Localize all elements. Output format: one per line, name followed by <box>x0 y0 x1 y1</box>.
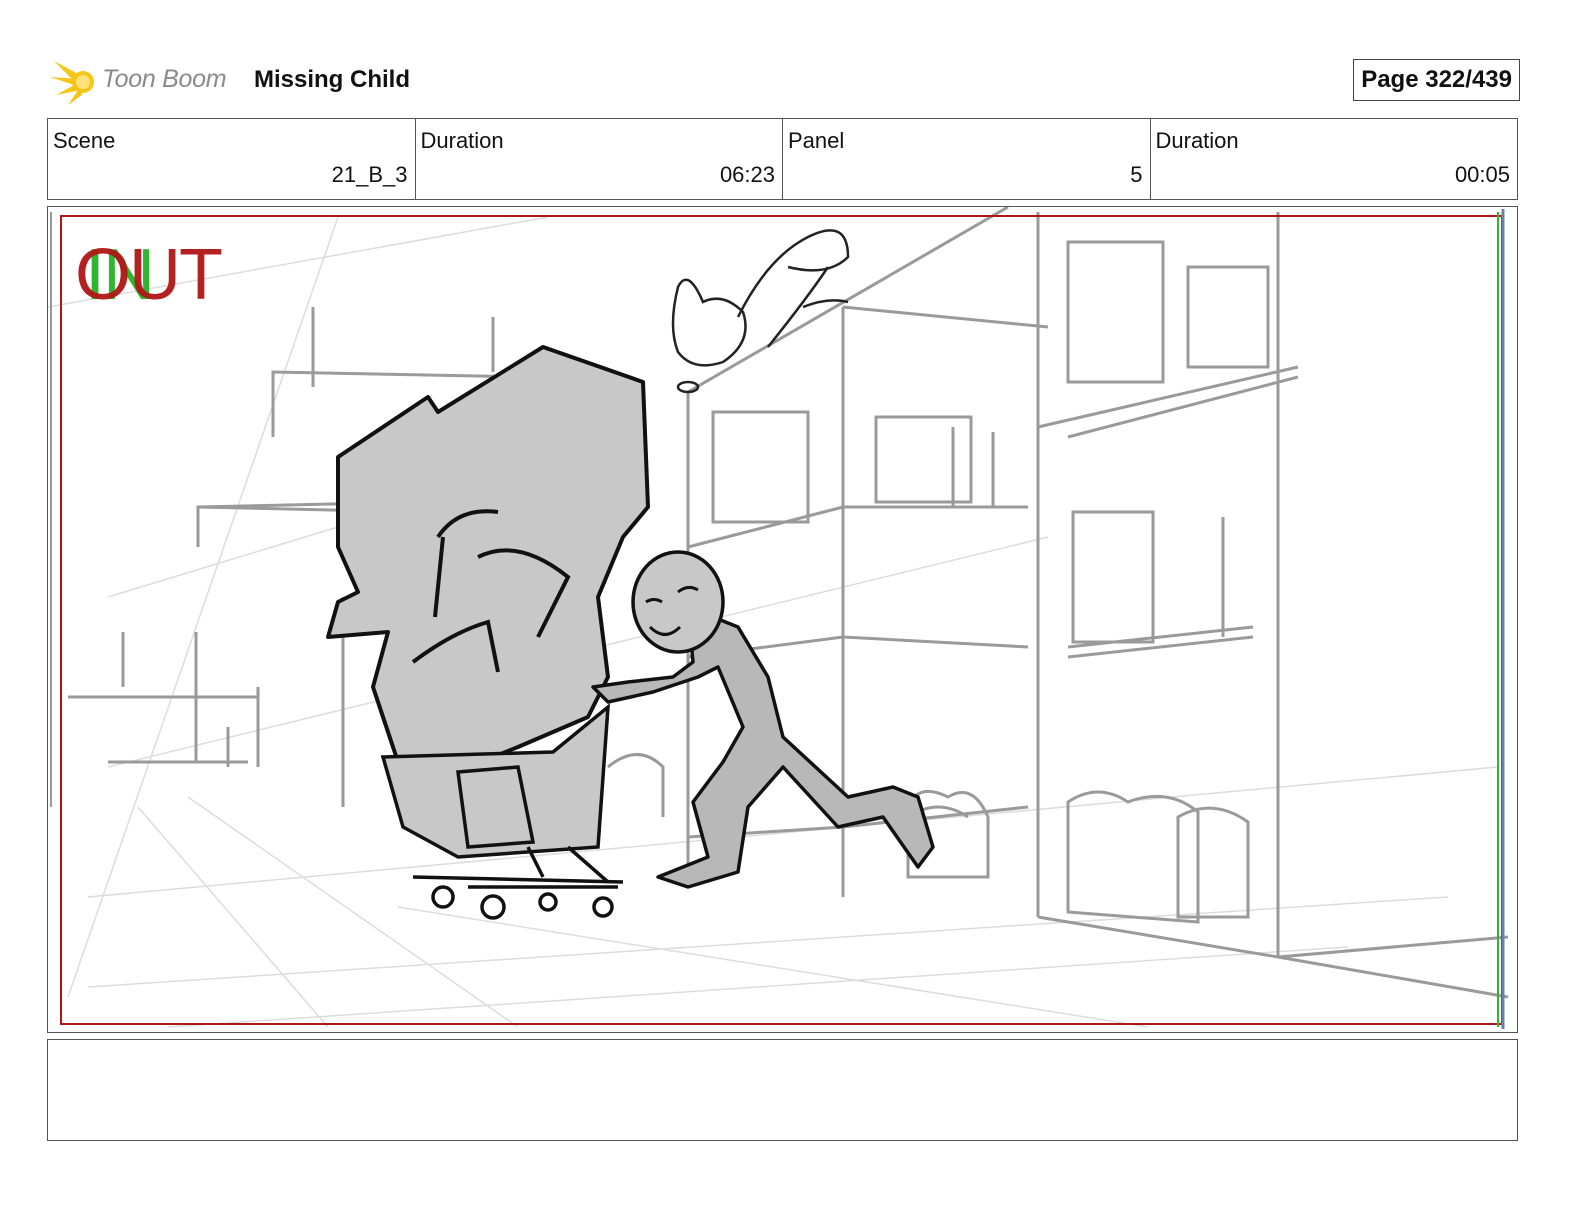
cat-sketch <box>671 229 850 394</box>
toon-boom-logo: Toon Boom <box>50 55 240 107</box>
panel-label: Panel <box>788 128 845 153</box>
logo-text: Toon Boom <box>102 65 227 93</box>
page-number: Page 322/439 <box>1353 59 1520 101</box>
character-sketch <box>591 550 935 889</box>
project-title: Missing Child <box>254 66 410 93</box>
storyboard-header: Toon Boom Missing Child Page 322/439 <box>50 55 1520 107</box>
scene-label: Scene <box>53 128 116 153</box>
in-out-marker: IN OUT <box>75 235 275 315</box>
scene-duration-cell: Duration 06:23 <box>416 119 783 199</box>
scene-info-table: Scene 21_B_3 Duration 06:23 Panel 5 Dura… <box>47 118 1518 200</box>
scene-cell: Scene 21_B_3 <box>48 119 416 199</box>
storyboard-panel-image[interactable]: IN OUT <box>47 206 1518 1033</box>
panel-duration-cell: Duration 00:05 <box>1151 119 1518 199</box>
panel-sketch <box>48 207 1509 1029</box>
perspective-guides <box>48 216 1499 1028</box>
out-label: OUT <box>75 235 223 315</box>
scene-value: 21_B_3 <box>331 162 408 187</box>
starburst-icon <box>50 61 94 105</box>
panel-duration-label: Duration <box>1155 128 1239 153</box>
panel-value: 5 <box>1130 162 1143 187</box>
scene-duration-label: Duration <box>420 128 504 153</box>
rock-pile <box>326 345 650 769</box>
panel-cell: Panel 5 <box>783 119 1151 199</box>
panel-duration-value: 00:05 <box>1454 162 1510 187</box>
dialogue-box[interactable] <box>47 1039 1518 1141</box>
scene-duration-value: 06:23 <box>719 162 775 187</box>
